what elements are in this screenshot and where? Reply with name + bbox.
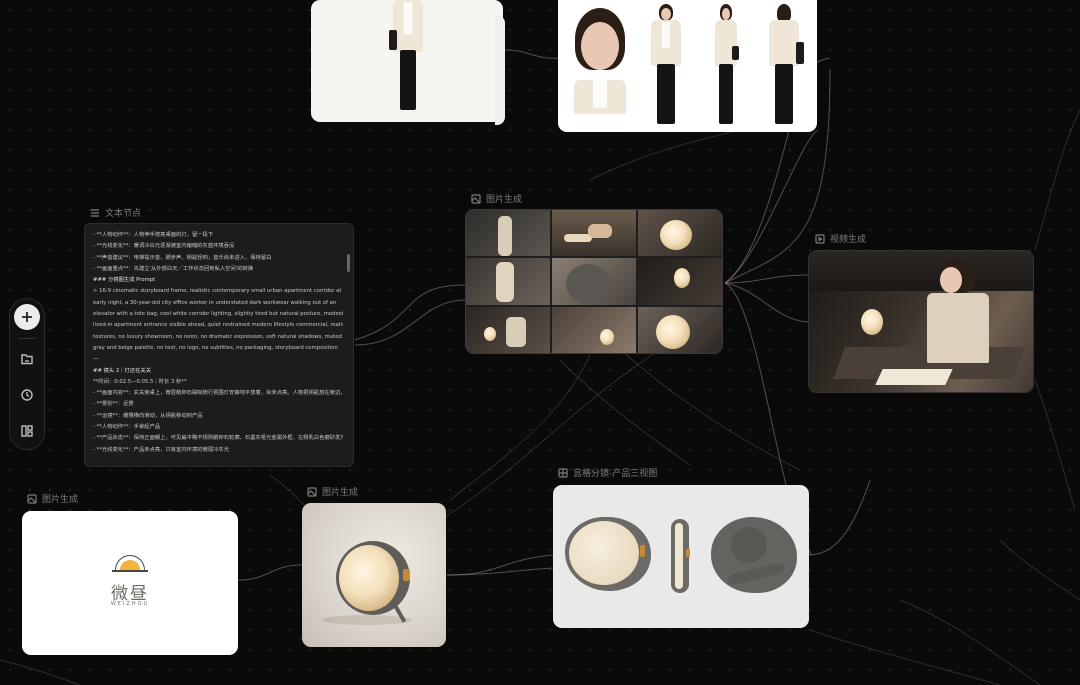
image-node-character-turnaround[interactable]	[558, 0, 817, 132]
image-node-full-body[interactable]	[311, 0, 503, 122]
grid-frame-5	[552, 258, 636, 305]
grid-frame-6	[638, 258, 722, 305]
text-node-line: gray and beige palette, no text, no logo…	[93, 344, 338, 351]
image-node-logo[interactable]: 微昼 WEIZHOU	[22, 511, 238, 655]
grid-node-label: 图片生成	[471, 192, 522, 205]
text-node-line: ---	[93, 356, 99, 363]
lamp-knob	[403, 569, 410, 581]
image-node-product-threeview[interactable]	[553, 485, 809, 628]
image-icon	[471, 193, 481, 204]
grid-frame-1	[466, 210, 550, 257]
layout-button[interactable]	[15, 419, 39, 443]
text-node-line: elevator with a tote bag, cool white cor…	[93, 311, 343, 318]
side-view-figure	[710, 4, 742, 128]
toolbar-divider	[18, 338, 36, 339]
text-node-scrollbar[interactable]	[347, 254, 350, 272]
grid-icon	[558, 467, 568, 478]
text-node-line: ### 分镜图生成 Prompt	[93, 277, 156, 284]
history-icon	[21, 389, 33, 401]
text-node-line: > 16:9 cinematic storyboard frame, reali…	[93, 288, 342, 295]
text-node-line: - **光线变化**：暖调冷白光逐渐被室内偏暗的灰蓝环境吞没	[93, 243, 235, 250]
back-view-figure	[766, 4, 804, 128]
text-node-label: 文本节点	[90, 206, 141, 219]
add-icon	[22, 312, 32, 322]
text-node[interactable]: - **人物动作**：人物伸手按亮桌面的灯，留一段下 - **光线变化**：暖调冷…	[84, 223, 354, 467]
text-node-line: - **产品状态**：保持正面朝上，可见扁平略不规则鹅卵石轮廓、石墨灰哑光金属外…	[93, 435, 343, 442]
assets-button[interactable]	[15, 347, 39, 371]
list-icon	[91, 208, 99, 217]
grid-frame-7	[466, 306, 550, 353]
grid-frame-3	[638, 210, 722, 257]
text-node-line: - **人物动作**：手拿起产品	[93, 424, 161, 431]
history-button[interactable]	[15, 383, 39, 407]
image-node-lamp-render[interactable]	[302, 503, 446, 647]
video-node-label: 视频生成	[815, 232, 866, 245]
text-node-content: - **人物动作**：人物伸手按亮桌面的灯，留一段下 - **光线变化**：暖调冷…	[93, 230, 343, 456]
text-node-line: ## 镜头 2｜灯还在关关	[93, 367, 151, 374]
product-knob	[640, 545, 645, 557]
front-view-figure	[648, 4, 684, 128]
portrait-head	[570, 8, 630, 114]
text-node-line: early night, a 30-year-old city office w…	[93, 299, 337, 306]
image-icon	[27, 493, 37, 504]
lamp-node-label: 图片生成	[307, 485, 358, 498]
threeview-node-label: 宫格分镜-产品三视图	[558, 466, 657, 479]
text-node-line: - **光线变化**：产品未点亮，只有室内环境的微弱冷灰光	[93, 446, 230, 453]
folder-icon	[21, 354, 33, 365]
grid-frame-2	[552, 210, 636, 257]
text-node-line: - **运镜**：缓慢横向滑动，从钥匙移动到产品	[93, 412, 203, 419]
lamp-glow	[339, 545, 399, 611]
image-icon	[307, 486, 317, 497]
layout-icon	[21, 425, 33, 437]
left-toolbar	[9, 298, 45, 450]
logo-node-label: 图片生成	[27, 492, 78, 505]
text-node-line: - **景别**：近景	[93, 401, 134, 408]
video-node-preview[interactable]	[808, 250, 1034, 393]
text-node-line: lived-in apartment entrance visible ahea…	[93, 322, 343, 329]
add-node-button[interactable]	[14, 304, 40, 330]
text-node-line: textures, no luxury showroom, no neon, n…	[93, 333, 342, 340]
logo-english-text: WEIZHOU	[110, 601, 150, 607]
text-node-line: **时间：0:02.5—0:05.5｜时长 3 秒**	[93, 378, 187, 385]
grid-frame-4	[466, 258, 550, 305]
text-node-line: - **人物动作**：人物伸手按亮桌面的灯，留一段下	[93, 232, 214, 238]
text-node-line: - **画面重点**：先建立'从外部白天／工作状态回到私人空间'的转换	[93, 265, 254, 272]
grid-frame-8	[552, 306, 636, 353]
grid-frame-9	[638, 306, 722, 353]
text-node-line: - **声音建议**：电梯提示音、脚步声、钥匙轻响；音乐尚未进入，保持留白	[93, 254, 272, 261]
text-node-line: - **画面内容**：玄关旁桌上，微昼鹅卵石磁吸随行氛围灯安静地平放着，尚未点亮…	[93, 390, 343, 397]
image-node-storyboard-grid[interactable]	[465, 209, 723, 354]
person-figure	[389, 0, 425, 120]
logo-mark	[112, 555, 148, 572]
video-icon	[815, 233, 825, 244]
